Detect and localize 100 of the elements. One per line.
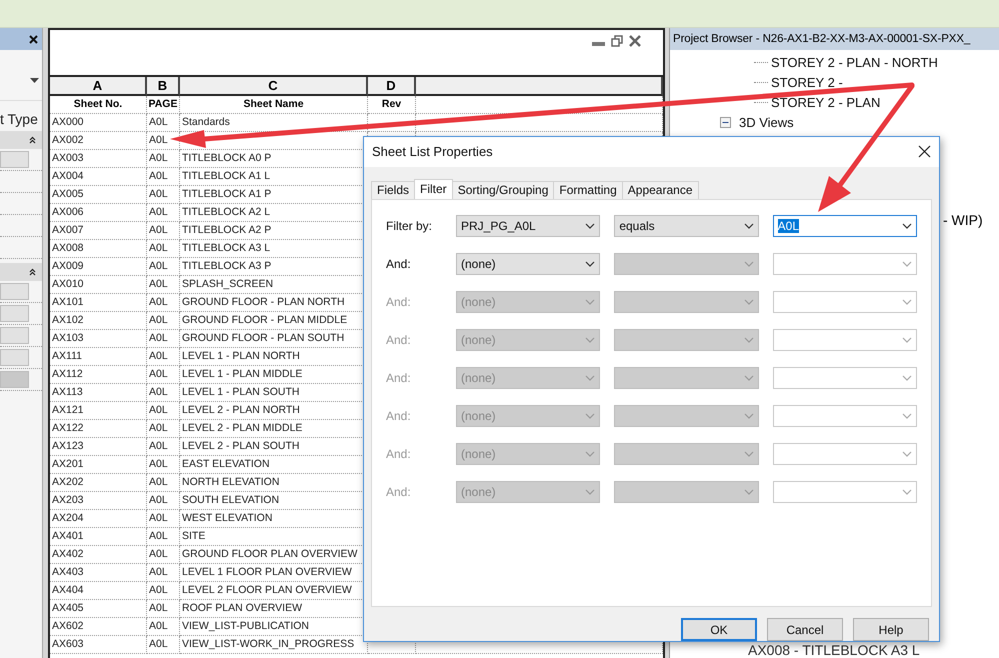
table-cell: AX111	[50, 348, 147, 366]
filter-label: And:	[386, 408, 412, 423]
value-combo[interactable]	[772, 290, 917, 313]
column-letter[interactable]: B	[147, 77, 180, 96]
table-cell: AX401	[50, 528, 147, 546]
column-letter[interactable]: D	[368, 77, 416, 96]
table-cell: AX103	[50, 330, 147, 348]
table-cell: AX007	[50, 222, 147, 240]
value-combo[interactable]	[772, 442, 917, 465]
property-field[interactable]	[0, 327, 29, 344]
table-cell: AX101	[50, 294, 147, 312]
tree-item[interactable]: STOREY 2 - PLAN - NORTH	[771, 54, 938, 70]
table-cell: A0L	[147, 456, 180, 474]
table-cell: AX000	[50, 114, 147, 132]
dialog-button[interactable]: Cancel	[767, 618, 843, 641]
column-letter[interactable]	[416, 77, 663, 96]
chevron-icon	[585, 374, 596, 381]
table-cell: A0L	[147, 276, 180, 294]
table-cell: A0L	[147, 240, 180, 258]
table-cell: AX010	[50, 276, 147, 294]
project-browser-title: Project Browser - N26-AX1-B2-XX-M3-AX-00001-SX-PXX_	[670, 28, 999, 50]
table-cell: A0L	[147, 114, 180, 132]
tab[interactable]: Filter	[414, 178, 453, 199]
tab[interactable]: Sorting/Grouping	[452, 180, 554, 199]
value-combo[interactable]	[772, 328, 917, 351]
column-letter[interactable]: C	[180, 77, 368, 96]
value-combo[interactable]	[772, 366, 917, 389]
dropdown-arrow-icon[interactable]	[30, 78, 39, 82]
property-field[interactable]	[0, 283, 29, 300]
table-cell: AX123	[50, 438, 147, 456]
chevron-icon	[744, 450, 754, 457]
column-heading[interactable]: Rev	[368, 96, 416, 114]
chevron-icon	[744, 298, 754, 305]
collapse-icon[interactable]	[29, 268, 36, 276]
value-combo[interactable]	[772, 404, 917, 427]
table-cell: A0L	[147, 402, 180, 420]
table-cell: A0L	[147, 366, 180, 384]
table-cell: AX009	[50, 258, 147, 276]
tree-item[interactable]: - WIP)	[943, 212, 983, 228]
column-heading[interactable]	[416, 96, 663, 114]
tree-item[interactable]: 3D Views	[739, 114, 794, 130]
table-cell: AX112	[50, 366, 147, 384]
value-combo[interactable]	[772, 252, 917, 275]
table-cell: A0L	[147, 564, 180, 582]
table-cell: AX201	[50, 456, 147, 474]
property-field[interactable]	[0, 371, 29, 388]
column-heading[interactable]: Sheet Name	[180, 96, 368, 114]
property-field[interactable]	[0, 151, 29, 168]
tab[interactable]: Formatting	[553, 180, 623, 199]
table-cell: AX102	[50, 312, 147, 330]
table-cell: A0L	[147, 492, 180, 510]
property-field[interactable]	[0, 349, 29, 366]
table-cell: AX202	[50, 474, 147, 492]
table-cell: AX004	[50, 168, 147, 186]
table-cell: AX203	[50, 492, 147, 510]
table-cell: A0L	[147, 258, 180, 276]
column-heading[interactable]: Sheet No.	[50, 96, 147, 114]
dialog-button[interactable]: Help	[853, 618, 929, 641]
value-combo[interactable]: A0L	[772, 214, 917, 237]
value-combo[interactable]	[772, 480, 917, 503]
condition-dropdown[interactable]: equals	[614, 214, 759, 237]
table-cell: A0L	[147, 330, 180, 348]
field-dropdown[interactable]: (none)	[456, 252, 600, 275]
chevron-icon	[902, 298, 912, 305]
column-heading[interactable]: PAGE	[147, 96, 180, 114]
close-icon[interactable]	[918, 145, 931, 158]
dialog-button[interactable]: OK	[681, 618, 757, 641]
collapse-icon[interactable]	[720, 116, 731, 128]
field-dropdown[interactable]: PRJ_PG_A0L	[456, 214, 600, 237]
collapse-icon[interactable]	[29, 136, 36, 144]
tab[interactable]: Fields	[371, 180, 416, 199]
tree-item[interactable]: STOREY 2 - PLAN	[771, 94, 880, 110]
table-cell: AX003	[50, 150, 147, 168]
table-cell: A0L	[147, 510, 180, 528]
table-cell: AX008	[50, 240, 147, 258]
close-icon[interactable]	[29, 34, 38, 44]
table-cell: AX204	[50, 510, 147, 528]
chevron-icon	[585, 222, 596, 229]
table-cell: A0L	[147, 168, 180, 186]
chevron-icon	[902, 412, 912, 419]
condition-dropdown[interactable]	[614, 366, 759, 389]
condition-dropdown[interactable]	[614, 290, 759, 313]
tree-item[interactable]: AX008 - TITLEBLOCK A3 L	[748, 642, 920, 658]
table-cell: AX403	[50, 564, 147, 582]
condition-dropdown[interactable]	[614, 252, 759, 275]
condition-dropdown[interactable]	[614, 442, 759, 465]
table-cell: A0L	[147, 474, 180, 492]
condition-dropdown[interactable]	[614, 328, 759, 351]
table-cell: A0L	[147, 312, 180, 330]
column-letter[interactable]: A	[50, 77, 147, 96]
table-cell: A0L	[147, 186, 180, 204]
property-field[interactable]	[0, 305, 29, 322]
restore-icon[interactable]	[611, 35, 623, 47]
condition-dropdown[interactable]	[614, 480, 759, 503]
chevron-icon	[902, 336, 912, 343]
condition-dropdown[interactable]	[614, 404, 759, 427]
chevron-icon	[744, 488, 754, 495]
table-cell: AX113	[50, 384, 147, 402]
tab[interactable]: Appearance	[622, 180, 698, 199]
tree-item[interactable]: STOREY 2 -	[771, 74, 843, 90]
